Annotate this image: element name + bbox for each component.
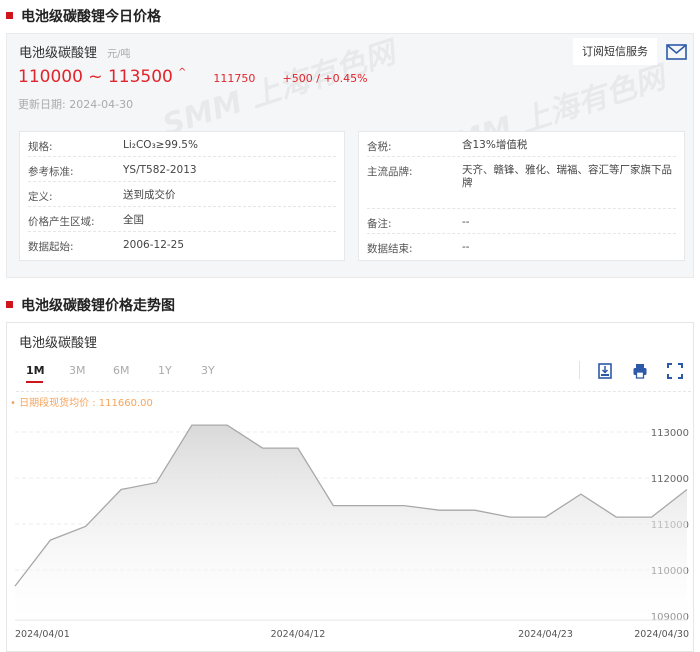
x-tick-label: 2024/04/30 xyxy=(634,629,689,640)
area-fill xyxy=(15,425,687,620)
x-tick-label: 2024/04/12 xyxy=(271,629,326,640)
x-tick-label: 2024/04/01 xyxy=(15,629,70,640)
x-tick-label: 2024/04/23 xyxy=(518,629,573,640)
y-tick-label: 112000 xyxy=(651,474,689,485)
y-tick-label: 113000 xyxy=(651,428,689,439)
price-trend-chart: 1090001100001110001120001130002024/04/01… xyxy=(0,0,700,643)
